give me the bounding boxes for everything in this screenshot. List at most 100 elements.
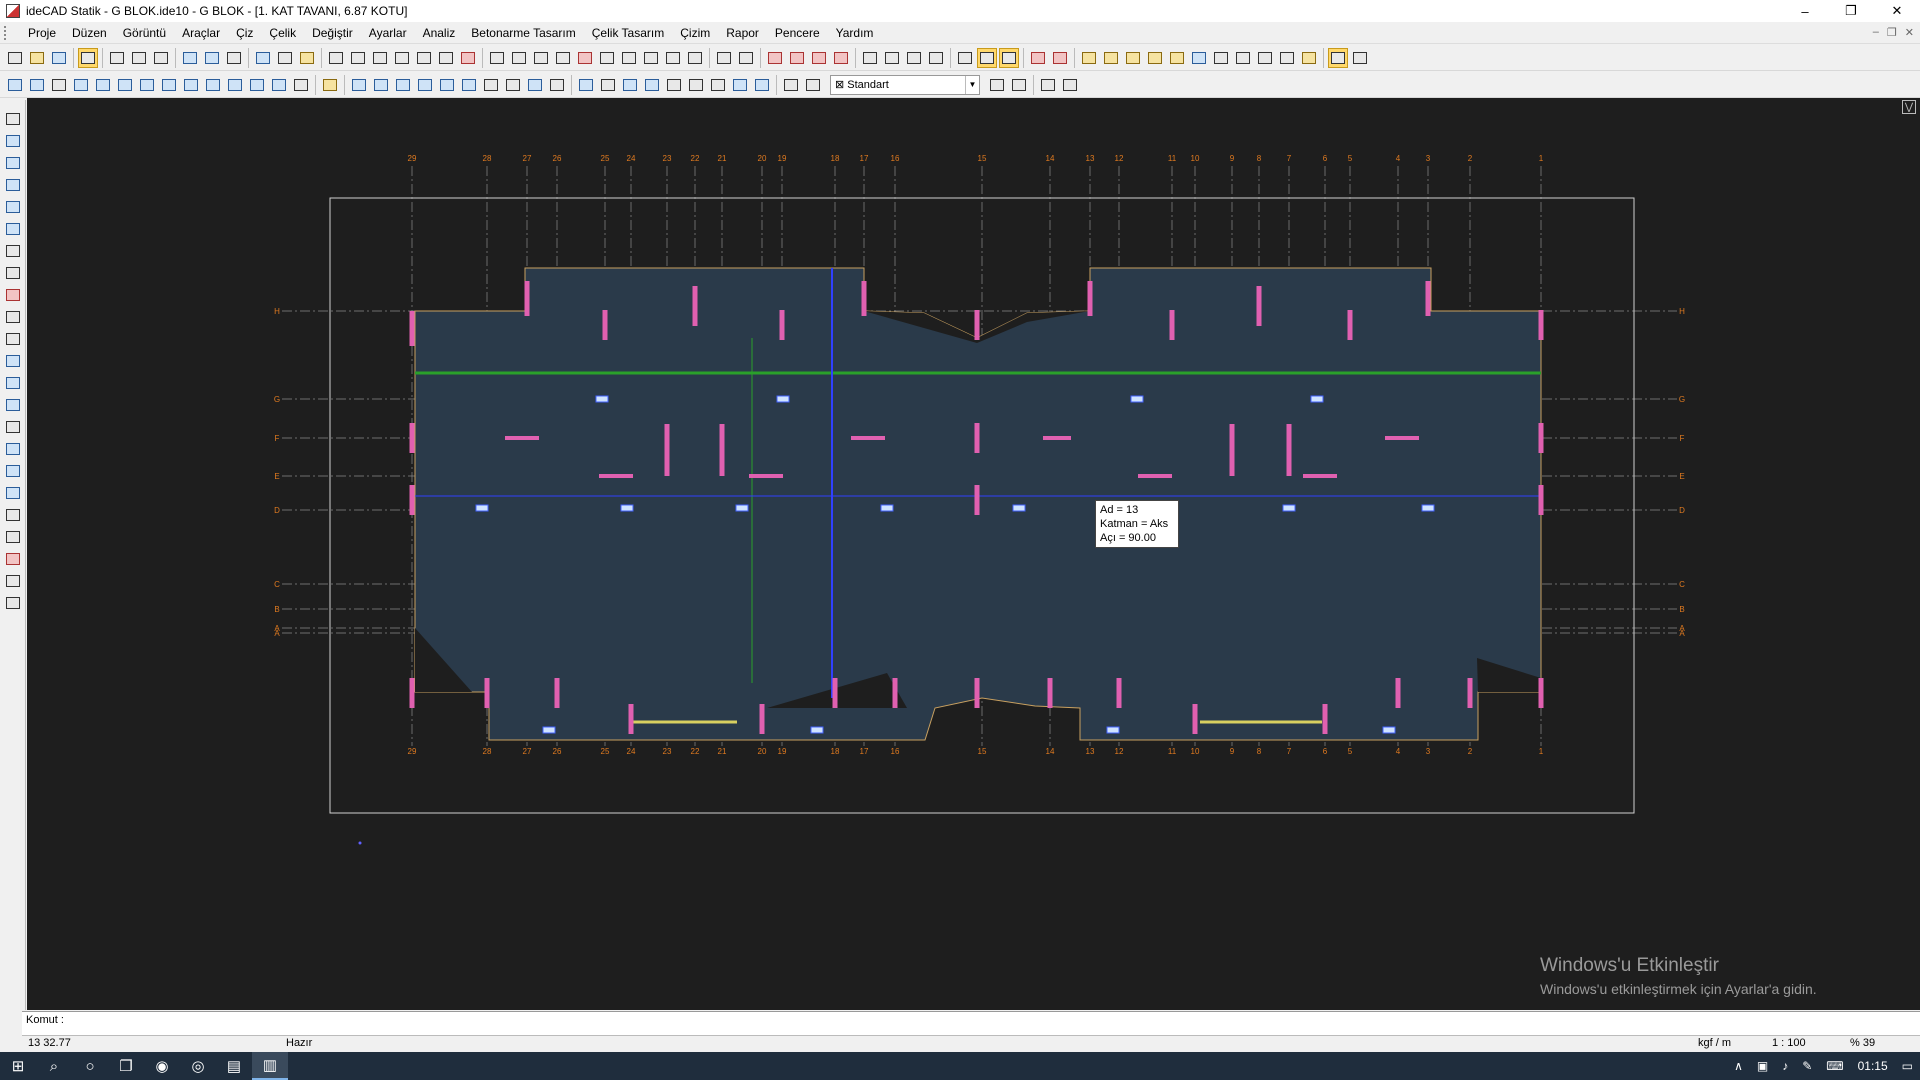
tray-app-icon[interactable]: ▣ — [1757, 1059, 1768, 1073]
analysis-icon[interactable] — [1101, 48, 1121, 68]
move-icon[interactable] — [370, 48, 390, 68]
windows-start-icon[interactable]: ⊞ — [0, 1052, 36, 1080]
sheet-icon[interactable] — [3, 549, 23, 569]
undo-icon[interactable] — [107, 48, 127, 68]
load-icon[interactable] — [1123, 48, 1143, 68]
draft-icon[interactable] — [3, 439, 23, 459]
snap-perp-icon[interactable] — [904, 48, 924, 68]
shear-icon[interactable] — [1255, 48, 1275, 68]
mat-icon[interactable] — [203, 75, 223, 95]
ruler-icon[interactable] — [3, 505, 23, 525]
intersect-icon[interactable] — [1028, 48, 1048, 68]
menu-betonarme-tasarim[interactable]: Betonarme Tasarım — [463, 26, 584, 40]
keyboard-icon[interactable]: ⌨ — [1826, 1059, 1843, 1073]
view-tile-icon[interactable] — [1060, 75, 1080, 95]
copy-icon[interactable] — [575, 48, 595, 68]
array-icon[interactable] — [436, 48, 456, 68]
copy-floor-icon[interactable] — [714, 48, 734, 68]
status-zoom[interactable]: % 39 — [1850, 1037, 1875, 1049]
mirror-icon[interactable] — [414, 48, 434, 68]
table-icon[interactable] — [1350, 48, 1370, 68]
status-unit[interactable]: kgf / m — [1698, 1037, 1731, 1049]
dim-aligned-icon[interactable] — [787, 48, 807, 68]
menu-yardim[interactable]: Yardım — [828, 26, 882, 40]
tray-chevron-up-icon[interactable]: ∧ — [1734, 1059, 1743, 1073]
marker-icon[interactable] — [481, 75, 501, 95]
minimize-button[interactable]: – — [1782, 0, 1828, 22]
fillet-icon[interactable] — [685, 48, 705, 68]
stairs-icon[interactable] — [3, 285, 23, 305]
menu-celik[interactable]: Çelik — [261, 26, 304, 40]
block-icon[interactable] — [320, 75, 340, 95]
arc-icon[interactable] — [663, 48, 683, 68]
elevation-icon[interactable] — [3, 395, 23, 415]
menu-analiz[interactable]: Analiz — [415, 26, 464, 40]
zoom-icon[interactable] — [180, 48, 200, 68]
restore-button[interactable]: ❐ — [1828, 0, 1874, 22]
ortho-icon[interactable] — [955, 48, 975, 68]
member-icon[interactable] — [3, 153, 23, 173]
circle-icon[interactable] — [664, 75, 684, 95]
grid-icon[interactable] — [393, 75, 413, 95]
copy-member-icon[interactable] — [3, 307, 23, 327]
pan-icon[interactable] — [224, 48, 244, 68]
command-line[interactable]: Komut : — [22, 1011, 1920, 1029]
menu-celik-tasarim[interactable]: Çelik Tasarım — [584, 26, 672, 40]
menu-proje[interactable]: Proje — [20, 26, 64, 40]
snap-endpoint-icon[interactable] — [860, 48, 880, 68]
status-scale[interactable]: 1 : 100 — [1772, 1037, 1806, 1049]
mdi-restore-button[interactable]: ❐ — [1887, 26, 1897, 39]
ribbed-slab-icon[interactable] — [115, 75, 135, 95]
dim-angle-icon[interactable] — [809, 48, 829, 68]
view-3d-icon[interactable] — [3, 373, 23, 393]
draw-line-icon[interactable] — [253, 48, 273, 68]
drawing-canvas[interactable]: 29 29 28 28 27 27 26 26 25 25 24 24 23 23 22 22 21 21 20 20… — [27, 98, 1920, 1010]
menu-ciz[interactable]: Çiz — [228, 26, 261, 40]
corner-icon[interactable] — [503, 75, 523, 95]
hatch-icon[interactable] — [547, 75, 567, 95]
image-icon[interactable] — [576, 75, 596, 95]
print-icon[interactable] — [3, 329, 23, 349]
task-view-icon[interactable]: ❐ — [108, 1052, 144, 1080]
open-folder-icon[interactable] — [27, 48, 47, 68]
erase-icon[interactable] — [348, 48, 368, 68]
pile-icon[interactable] — [225, 75, 245, 95]
structure-tree-icon[interactable] — [3, 131, 23, 151]
material-icon[interactable] — [3, 197, 23, 217]
trim-icon[interactable] — [487, 48, 507, 68]
detail-icon[interactable] — [3, 483, 23, 503]
layer-iso-icon[interactable] — [1009, 75, 1029, 95]
support-icon[interactable] — [1145, 48, 1165, 68]
axis-grid-icon[interactable] — [349, 75, 369, 95]
offset-icon[interactable] — [531, 48, 551, 68]
close-button[interactable]: ✕ — [1874, 0, 1920, 22]
quantity-icon[interactable] — [3, 571, 23, 591]
deflection-icon[interactable] — [1277, 48, 1297, 68]
fill-icon[interactable] — [708, 75, 728, 95]
redo-icon[interactable] — [151, 48, 171, 68]
layer-panel-icon[interactable] — [3, 351, 23, 371]
cross-icon[interactable] — [619, 48, 639, 68]
menu-grip[interactable] — [4, 25, 14, 40]
foundation-icon[interactable] — [159, 75, 179, 95]
chart-icon[interactable] — [525, 75, 545, 95]
edge-icon[interactable]: ◉ — [144, 1052, 180, 1080]
footing-icon[interactable] — [181, 75, 201, 95]
zoom-extents-icon[interactable] — [202, 48, 222, 68]
view-mode-icon[interactable] — [1328, 47, 1348, 68]
measure-icon[interactable] — [297, 48, 317, 68]
search-icon[interactable]: ⌕ — [36, 1052, 72, 1080]
menu-pencere[interactable]: Pencere — [767, 26, 828, 40]
lightning-icon[interactable] — [1299, 48, 1319, 68]
shear-wall-icon[interactable] — [71, 75, 91, 95]
menu-duzen[interactable]: Düzen — [64, 26, 115, 40]
menu-cizim[interactable]: Çizim — [672, 26, 718, 40]
file-explorer-icon[interactable]: ▤ — [216, 1052, 252, 1080]
slab-icon[interactable] — [93, 75, 113, 95]
layers-icon[interactable] — [781, 75, 801, 95]
rectangle-icon[interactable] — [686, 75, 706, 95]
clock[interactable]: 01:15 — [1858, 1059, 1888, 1073]
volume-icon[interactable]: ♪ — [1782, 1059, 1788, 1073]
mdi-close-button[interactable]: ✕ — [1905, 26, 1914, 39]
dim-radius-icon[interactable] — [831, 48, 851, 68]
